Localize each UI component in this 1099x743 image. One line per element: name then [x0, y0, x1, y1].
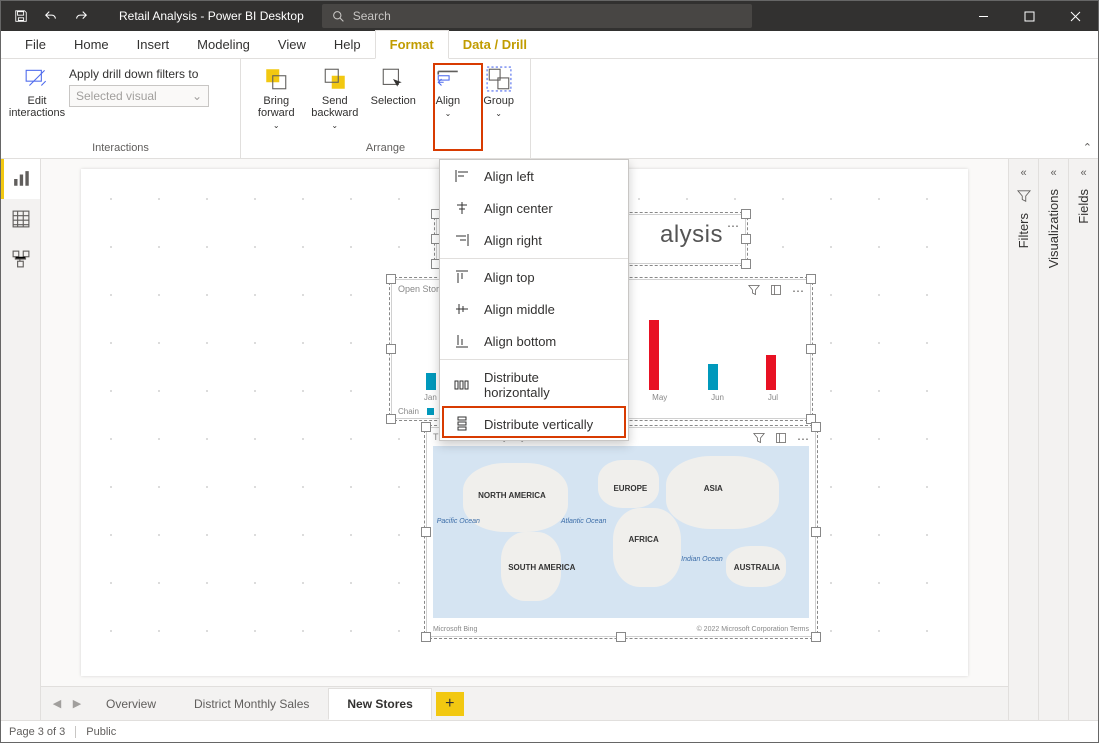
- group-icon: [485, 65, 513, 93]
- minimize-button[interactable]: [960, 1, 1006, 31]
- report-canvas[interactable]: ⋯ alysis ⋯ Open Store Count by Open Mont…: [41, 159, 1008, 686]
- align-center-item[interactable]: Align center: [440, 192, 628, 224]
- distribute-v-icon: [454, 416, 470, 432]
- filters-pane-collapsed[interactable]: « Filters: [1008, 159, 1038, 720]
- model-view-button[interactable]: [1, 239, 40, 279]
- align-center-icon: [454, 200, 470, 216]
- search-placeholder: Search: [353, 9, 391, 23]
- tab-modeling[interactable]: Modeling: [183, 31, 264, 58]
- close-button[interactable]: [1052, 1, 1098, 31]
- tab-help[interactable]: Help: [320, 31, 375, 58]
- app-title: Retail Analysis - Power BI Desktop: [101, 9, 322, 23]
- undo-button[interactable]: [37, 2, 65, 30]
- align-right-icon: [454, 232, 470, 248]
- ribbon-group-interactions-label: Interactions: [9, 142, 232, 156]
- world-map: NORTH AMERICA SOUTH AMERICA EUROPE AFRIC…: [433, 446, 809, 618]
- align-top-item[interactable]: Align top: [440, 261, 628, 293]
- map-copyright: © 2022 Microsoft Corporation Terms: [697, 626, 809, 633]
- maximize-button[interactable]: [1006, 1, 1052, 31]
- filter-icon[interactable]: [753, 432, 765, 446]
- tab-insert[interactable]: Insert: [123, 31, 184, 58]
- drill-filter-label: Apply drill down filters to: [69, 65, 209, 83]
- page-tab-new-stores[interactable]: New Stores: [328, 688, 431, 720]
- align-middle-icon: [454, 301, 470, 317]
- add-page-button[interactable]: +: [436, 692, 464, 716]
- send-backward-button[interactable]: Send backward⌄: [308, 63, 363, 132]
- left-nav-rail: [1, 159, 41, 720]
- funnel-icon: [1017, 189, 1031, 203]
- group-button[interactable]: Group⌄: [475, 63, 522, 120]
- expand-fields-icon: «: [1080, 167, 1086, 179]
- tab-home[interactable]: Home: [60, 31, 123, 58]
- expand-filters-icon: «: [1020, 167, 1026, 179]
- tab-data-drill[interactable]: Data / Drill: [449, 31, 541, 58]
- page-tab-district[interactable]: District Monthly Sales: [175, 688, 328, 720]
- align-middle-item[interactable]: Align middle: [440, 293, 628, 325]
- page-tab-overview[interactable]: Overview: [87, 688, 175, 720]
- align-left-icon: [454, 168, 470, 184]
- map-attribution: Microsoft Bing: [433, 626, 477, 633]
- selection-icon: [379, 65, 407, 93]
- tab-file[interactable]: File: [11, 31, 60, 58]
- ribbon-group-arrange-label: Arrange: [249, 142, 522, 156]
- align-bottom-item[interactable]: Align bottom: [440, 325, 628, 357]
- focus-icon[interactable]: [775, 432, 787, 446]
- bring-forward-icon: [262, 65, 290, 93]
- page-tab-bar: ◀ ▶ Overview District Monthly Sales New …: [41, 686, 1008, 720]
- ribbon: Edit interactions Apply drill down filte…: [1, 59, 1098, 159]
- pages-prev-button[interactable]: ◀: [47, 697, 67, 710]
- visual-options-icon[interactable]: ⋯: [727, 219, 739, 233]
- save-button[interactable]: [7, 2, 35, 30]
- search-box[interactable]: Search: [322, 4, 752, 28]
- visualizations-pane-collapsed[interactable]: « Visualizations: [1038, 159, 1068, 720]
- visual-map[interactable]: ⋯ This Year Sales by City and Chain NORT…: [426, 427, 816, 637]
- page-indicator: Page 3 of 3: [9, 726, 65, 738]
- title-bar: Retail Analysis - Power BI Desktop Searc…: [1, 1, 1098, 31]
- distribute-vertical-item[interactable]: Distribute vertically: [440, 408, 628, 440]
- visual-options-icon[interactable]: ⋯: [797, 432, 809, 446]
- align-right-item[interactable]: Align right: [440, 224, 628, 256]
- drill-filter-select[interactable]: Selected visual ⌄: [69, 85, 209, 107]
- align-bottom-icon: [454, 333, 470, 349]
- align-top-icon: [454, 269, 470, 285]
- data-view-button[interactable]: [1, 199, 40, 239]
- bring-forward-button[interactable]: Bring forward⌄: [249, 63, 304, 132]
- edit-interactions-icon: [23, 65, 51, 93]
- fields-pane-collapsed[interactable]: « Fields: [1068, 159, 1098, 720]
- expand-viz-icon: «: [1050, 167, 1056, 179]
- status-bar: Page 3 of 3 Public: [1, 720, 1098, 742]
- redo-button[interactable]: [67, 2, 95, 30]
- visual-options-icon[interactable]: ⋯: [792, 284, 804, 298]
- sensitivity-label[interactable]: Public: [86, 726, 116, 738]
- edit-interactions-button[interactable]: Edit interactions: [9, 63, 65, 121]
- collapse-ribbon-button[interactable]: ⌃: [1083, 141, 1092, 154]
- send-backward-icon: [321, 65, 349, 93]
- menu-tabs: File Home Insert Modeling View Help Form…: [1, 31, 1098, 59]
- tab-view[interactable]: View: [264, 31, 320, 58]
- align-dropdown: Align left Align center Align right Alig…: [439, 159, 629, 441]
- align-left-item[interactable]: Align left: [440, 160, 628, 192]
- tab-format[interactable]: Format: [375, 30, 449, 59]
- selection-pane-button[interactable]: Selection: [366, 63, 421, 109]
- align-button[interactable]: Align⌄: [425, 63, 472, 120]
- filter-icon[interactable]: [748, 284, 760, 298]
- focus-icon[interactable]: [770, 284, 782, 298]
- chevron-down-icon: ⌄: [192, 89, 202, 103]
- distribute-h-icon: [454, 377, 470, 393]
- distribute-horizontal-item[interactable]: Distribute horizontally: [440, 362, 628, 408]
- pages-next-button[interactable]: ▶: [67, 697, 87, 710]
- report-view-button[interactable]: [1, 159, 40, 199]
- search-icon: [332, 10, 345, 23]
- align-icon: [434, 65, 462, 93]
